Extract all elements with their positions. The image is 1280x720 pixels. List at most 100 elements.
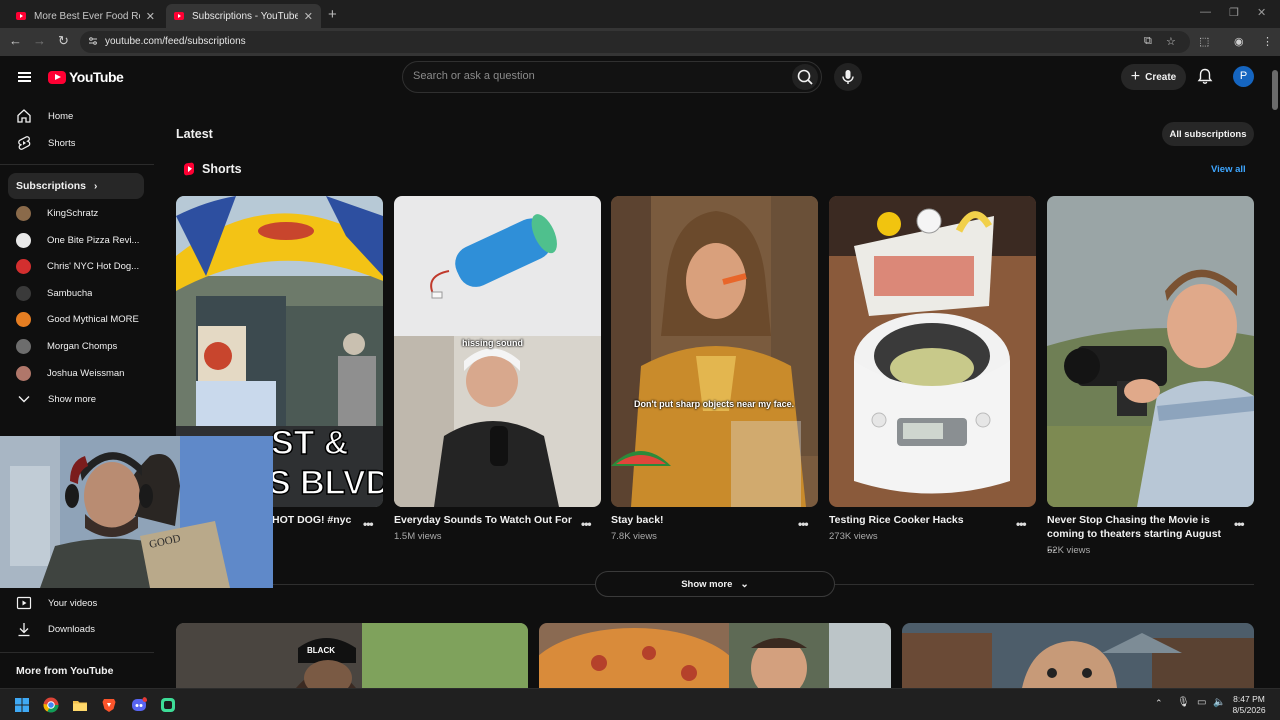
subscriptions-header[interactable]: Subscriptions › bbox=[8, 173, 144, 199]
browser-menu-icon[interactable]: ⋮ bbox=[1262, 35, 1273, 48]
more-from-youtube-heading: More from YouTube bbox=[16, 665, 114, 677]
account-avatar[interactable]: P bbox=[1233, 66, 1254, 87]
short-thumbnail[interactable] bbox=[1047, 196, 1254, 507]
microphone-tray-icon[interactable]: 🎙 bbox=[1177, 697, 1190, 708]
shorts-icon bbox=[8, 135, 40, 151]
maximize-icon[interactable]: ❐ bbox=[1229, 6, 1239, 19]
browser-tabstrip: More Best Ever Food Review Sh ✕ Subscrip… bbox=[0, 0, 1280, 28]
url-text: youtube.com/feed/subscriptions bbox=[105, 36, 246, 47]
view-all-link[interactable]: View all bbox=[1211, 164, 1246, 175]
notifications-bell-icon[interactable] bbox=[1197, 68, 1213, 85]
sidebar-channel-item[interactable]: KingSchratz bbox=[8, 200, 144, 226]
reload-icon[interactable]: ↻ bbox=[58, 33, 69, 49]
sidebar-channel-item[interactable]: Joshua Weissman bbox=[8, 360, 144, 386]
shorts-logo-icon bbox=[184, 162, 194, 176]
messaging-app-icon[interactable] bbox=[160, 697, 176, 713]
search-box[interactable] bbox=[402, 61, 822, 93]
sidebar-item-downloads[interactable]: Downloads bbox=[8, 616, 144, 642]
more-options-icon[interactable]: ••• bbox=[1016, 517, 1027, 531]
sidebar-channel-item[interactable]: Morgan Chomps bbox=[8, 333, 144, 359]
new-tab-icon[interactable]: + bbox=[328, 6, 337, 23]
create-button[interactable]: + Create bbox=[1121, 64, 1186, 90]
all-subscriptions-button[interactable]: All subscriptions bbox=[1162, 122, 1254, 146]
chevron-down-icon bbox=[8, 395, 40, 403]
sidebar-channel-item[interactable]: Good Mythical MORE bbox=[8, 306, 144, 332]
chrome-icon[interactable] bbox=[43, 697, 59, 713]
search-icon bbox=[797, 69, 813, 85]
more-options-icon[interactable]: ••• bbox=[1234, 517, 1245, 531]
windows-start-icon[interactable] bbox=[14, 697, 30, 713]
sidebar-show-more[interactable]: Show more bbox=[8, 386, 144, 412]
video-thumbnail-image: BLACK bbox=[176, 623, 528, 688]
channel-name: Joshua Weissman bbox=[47, 367, 125, 379]
forward-icon[interactable]: → bbox=[33, 33, 46, 48]
voice-search-button[interactable] bbox=[834, 63, 862, 91]
short-thumbnail[interactable]: hissing sound bbox=[394, 196, 601, 507]
profile-icon[interactable]: ◉ bbox=[1234, 35, 1244, 48]
clock-time: 8:47 PM bbox=[1233, 694, 1265, 704]
windows-taskbar: ⌃ 🎙 ▭ 🔈 8:47 PM 8/5/2026 bbox=[0, 688, 1280, 720]
sidebar-channel-item[interactable]: Chris' NYC Hot Dog... bbox=[8, 253, 144, 279]
sidebar-channel-item[interactable]: One Bite Pizza Revi... bbox=[8, 227, 144, 253]
close-tab-icon[interactable]: ✕ bbox=[304, 10, 313, 23]
more-options-icon[interactable]: ••• bbox=[581, 517, 592, 531]
back-icon[interactable]: ← bbox=[9, 33, 22, 48]
brave-browser-icon[interactable] bbox=[101, 697, 117, 713]
short-thumbnail[interactable] bbox=[829, 196, 1036, 507]
video-thumbnail[interactable] bbox=[539, 623, 891, 688]
search-input[interactable] bbox=[413, 70, 783, 82]
channel-name: Chris' NYC Hot Dog... bbox=[47, 260, 140, 272]
menu-icon[interactable] bbox=[18, 72, 31, 82]
tray-chevron-up-icon[interactable]: ⌃ bbox=[1155, 698, 1163, 709]
install-app-icon[interactable]: ⧉ bbox=[1144, 35, 1152, 48]
channel-name: KingSchratz bbox=[47, 207, 99, 219]
sidebar-item-shorts[interactable]: Shorts bbox=[8, 130, 144, 156]
site-info-icon[interactable] bbox=[88, 36, 98, 46]
sidebar-divider bbox=[0, 652, 154, 653]
svg-text:BLACK: BLACK bbox=[307, 646, 335, 655]
short-title[interactable]: Stay back! bbox=[611, 513, 791, 527]
browser-tab-active[interactable]: Subscriptions - YouTube ✕ bbox=[166, 4, 321, 28]
more-options-icon[interactable]: ••• bbox=[798, 517, 809, 531]
sidebar-item-your-videos[interactable]: Your videos bbox=[8, 590, 144, 616]
download-icon bbox=[8, 622, 40, 637]
short-title[interactable]: Everyday Sounds To Watch Out For bbox=[394, 513, 574, 527]
more-options-icon[interactable]: ••• bbox=[363, 517, 374, 531]
youtube-logo[interactable]: YouTube bbox=[48, 69, 124, 85]
discord-icon[interactable] bbox=[131, 697, 147, 713]
your-videos-icon bbox=[8, 596, 40, 610]
window-close-icon[interactable]: ✕ bbox=[1257, 6, 1266, 19]
minimize-icon[interactable]: — bbox=[1200, 6, 1211, 18]
network-icon[interactable]: ▭ bbox=[1197, 697, 1206, 708]
file-explorer-icon[interactable] bbox=[72, 697, 88, 713]
page-scrollbar[interactable] bbox=[1270, 56, 1280, 688]
search-button[interactable] bbox=[792, 64, 818, 90]
sidebar-item-home[interactable]: Home bbox=[8, 103, 144, 129]
short-thumbnail-image bbox=[1047, 196, 1254, 507]
sidebar-channel-item[interactable]: Sambucha bbox=[8, 280, 144, 306]
video-thumbnail[interactable]: BLACK bbox=[176, 623, 528, 688]
address-bar[interactable]: youtube.com/feed/subscriptions bbox=[80, 31, 1190, 53]
clock[interactable]: 8:47 PM 8/5/2026 bbox=[1228, 694, 1270, 716]
close-tab-icon[interactable]: ✕ bbox=[146, 10, 155, 23]
short-overlay-caption: Don't put sharp objects near my face. bbox=[634, 399, 795, 409]
create-label: Create bbox=[1145, 71, 1177, 83]
extensions-icon[interactable]: ⬚ bbox=[1199, 35, 1209, 48]
webcam-image: GOOD bbox=[0, 436, 273, 588]
browser-tab[interactable]: More Best Ever Food Review Sh ✕ bbox=[8, 4, 163, 28]
video-thumbnail-image bbox=[539, 623, 891, 688]
short-thumbnail-image bbox=[611, 196, 818, 507]
video-thumbnail[interactable] bbox=[902, 623, 1254, 688]
short-thumbnail[interactable]: Don't put sharp objects near my face. bbox=[611, 196, 818, 507]
channel-name: One Bite Pizza Revi... bbox=[47, 234, 140, 246]
channel-name: Good Mythical MORE bbox=[47, 313, 139, 325]
short-overlay-caption: hissing sound bbox=[462, 338, 524, 348]
show-more-label: Show more bbox=[681, 578, 733, 590]
volume-icon[interactable]: 🔈 bbox=[1213, 697, 1225, 708]
show-more-shorts-button[interactable]: Show more ⌄ bbox=[595, 571, 835, 597]
bookmark-star-icon[interactable]: ☆ bbox=[1166, 35, 1176, 48]
short-title[interactable]: Testing Rice Cooker Hacks bbox=[829, 513, 1009, 527]
scrollbar-thumb[interactable] bbox=[1272, 70, 1278, 110]
sidebar-item-label: Your videos bbox=[48, 597, 98, 609]
short-views: 273K views bbox=[829, 531, 878, 542]
